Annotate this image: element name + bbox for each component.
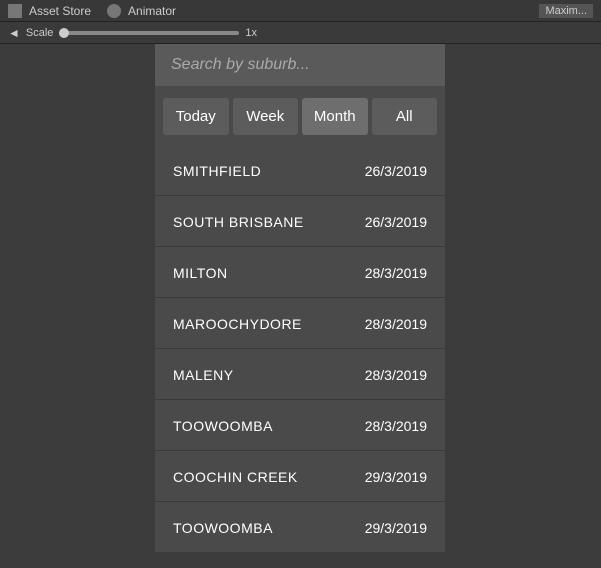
suburb-name: MAROOCHYDORE	[173, 316, 302, 332]
tab-today[interactable]: Today	[163, 98, 229, 135]
asset-store-tab[interactable]: Asset Store	[8, 4, 91, 18]
list-item[interactable]: SOUTH BRISBANE 26/3/2019	[155, 198, 445, 247]
scale-thumb[interactable]	[59, 28, 69, 38]
date-value: 29/3/2019	[365, 469, 427, 485]
scale-value: 1x	[245, 27, 257, 39]
suburb-name: SOUTH BRISBANE	[173, 214, 304, 230]
date-value: 28/3/2019	[365, 367, 427, 383]
maximize-button[interactable]: Maxim...	[539, 4, 593, 18]
left-arrow-icon[interactable]: ◄	[8, 26, 20, 40]
filter-tabs: Today Week Month All	[155, 90, 445, 143]
list-item[interactable]: COOCHIN CREEK 29/3/2019	[155, 453, 445, 502]
date-value: 29/3/2019	[365, 520, 427, 536]
date-value: 26/3/2019	[365, 163, 427, 179]
suburb-list: SMITHFIELD 26/3/2019 SOUTH BRISBANE 26/3…	[155, 147, 445, 553]
search-container	[155, 44, 445, 86]
list-item[interactable]: MAROOCHYDORE 28/3/2019	[155, 300, 445, 349]
grid-icon	[8, 4, 22, 18]
scale-bar: ◄ Scale 1x	[0, 22, 601, 44]
suburb-name: COOCHIN CREEK	[173, 469, 298, 485]
scale-label: Scale	[26, 27, 54, 39]
toolbar: Asset Store Animator Maxim...	[0, 0, 601, 22]
main-panel: Today Week Month All SMITHFIELD 26/3/201…	[155, 44, 445, 553]
search-input[interactable]	[171, 56, 429, 74]
animator-tab[interactable]: Animator	[107, 4, 176, 18]
list-item[interactable]: TOOWOOMBA 29/3/2019	[155, 504, 445, 553]
list-item[interactable]: MILTON 28/3/2019	[155, 249, 445, 298]
suburb-name: MALENY	[173, 367, 234, 383]
tab-all[interactable]: All	[372, 98, 438, 135]
list-item[interactable]: MALENY 28/3/2019	[155, 351, 445, 400]
tab-week[interactable]: Week	[233, 98, 299, 135]
scale-slider[interactable]	[59, 31, 239, 35]
date-value: 28/3/2019	[365, 265, 427, 281]
suburb-name: SMITHFIELD	[173, 163, 261, 179]
suburb-name: MILTON	[173, 265, 228, 281]
date-value: 28/3/2019	[365, 418, 427, 434]
animator-label: Animator	[128, 4, 176, 18]
asset-store-label: Asset Store	[29, 4, 91, 18]
list-item[interactable]: TOOWOOMBA 28/3/2019	[155, 402, 445, 451]
date-value: 28/3/2019	[365, 316, 427, 332]
suburb-name: TOOWOOMBA	[173, 418, 273, 434]
person-icon	[107, 4, 121, 18]
suburb-name: TOOWOOMBA	[173, 520, 273, 536]
list-item[interactable]: SMITHFIELD 26/3/2019	[155, 147, 445, 196]
date-value: 26/3/2019	[365, 214, 427, 230]
tab-month[interactable]: Month	[302, 98, 368, 135]
